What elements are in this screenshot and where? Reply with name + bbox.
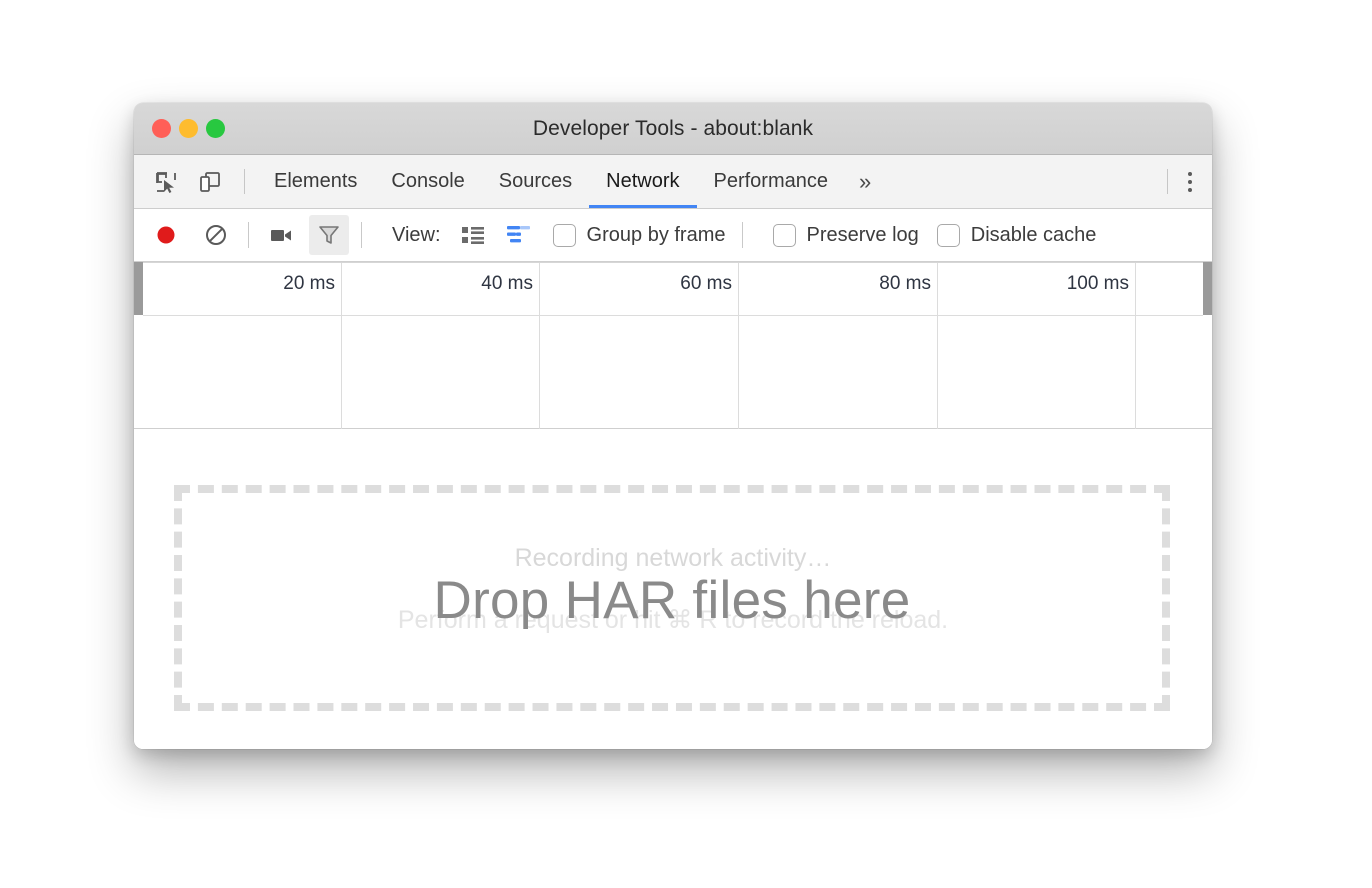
more-tabs-button[interactable]: » (845, 155, 885, 208)
request-pane[interactable]: Recording network activity… Perform a re… (134, 429, 1212, 749)
more-vertical-icon (1188, 172, 1192, 192)
tab-network[interactable]: Network (589, 155, 696, 208)
chevron-double-right-icon: » (859, 169, 871, 195)
drop-har-label: Drop HAR files here (434, 570, 911, 631)
disable-cache-label: Disable cache (971, 224, 1097, 247)
list-view-icon (460, 224, 486, 246)
tab-elements[interactable]: Elements (257, 155, 374, 208)
capture-screenshots-button[interactable] (261, 215, 301, 255)
tab-label: Elements (274, 170, 357, 193)
tab-label: Console (391, 170, 464, 193)
waterfall-view-icon (505, 223, 533, 247)
title-bar: Developer Tools - about:blank (134, 103, 1212, 155)
tab-performance[interactable]: Performance (697, 155, 846, 208)
network-toolbar: View: Group by frame (134, 209, 1212, 262)
devtools-main-menu-button[interactable] (1168, 155, 1212, 208)
timeline-header-row (143, 263, 1203, 316)
record-button[interactable] (146, 215, 186, 255)
toolbar-divider-2 (361, 222, 362, 248)
preserve-log-label: Preserve log (807, 224, 919, 247)
inspect-element-icon (154, 170, 178, 194)
tabbar-right-group (1167, 155, 1212, 208)
timeline-overview: 20 ms 40 ms 60 ms 80 ms 100 ms (134, 262, 1212, 429)
preserve-log-checkbox[interactable] (773, 224, 796, 247)
tab-sources[interactable]: Sources (482, 155, 589, 208)
timeline-grid[interactable]: 20 ms 40 ms 60 ms 80 ms 100 ms (143, 262, 1203, 428)
preserve-log-checkbox-group[interactable]: Preserve log (773, 224, 919, 247)
har-dropzone[interactable]: Drop HAR files here (174, 485, 1170, 711)
tab-bar: Elements Console Sources Network Perform… (134, 155, 1212, 209)
filter-button[interactable] (309, 215, 349, 255)
view-waterfall-button[interactable] (501, 218, 537, 252)
video-camera-icon (268, 222, 294, 248)
clear-button[interactable] (196, 215, 236, 255)
tab-list: Elements Console Sources Network Perform… (257, 155, 845, 208)
window-title: Developer Tools - about:blank (134, 103, 1212, 154)
view-label: View: (392, 224, 441, 247)
group-by-frame-label: Group by frame (587, 224, 726, 247)
device-toolbar-button[interactable] (191, 155, 229, 208)
disable-cache-checkbox-group[interactable]: Disable cache (937, 224, 1097, 247)
view-list-button[interactable] (455, 218, 491, 252)
timeline-left-resizer[interactable] (134, 262, 143, 315)
toolbar-divider-3 (742, 222, 743, 248)
devtools-window: Developer Tools - about:blank Elements C… (134, 103, 1212, 749)
funnel-icon (316, 222, 342, 248)
device-toolbar-icon (198, 170, 222, 194)
group-by-frame-checkbox[interactable] (553, 224, 576, 247)
toolbar-divider-1 (248, 222, 249, 248)
inspect-element-button[interactable] (147, 155, 185, 208)
clear-icon (203, 222, 229, 248)
record-icon (153, 222, 179, 248)
tab-label: Performance (714, 170, 829, 193)
tab-console[interactable]: Console (374, 155, 481, 208)
disable-cache-checkbox[interactable] (937, 224, 960, 247)
timeline-right-resizer[interactable] (1203, 262, 1212, 315)
tabbar-divider (244, 169, 245, 194)
group-by-frame-checkbox-group[interactable]: Group by frame (553, 224, 726, 247)
tab-label: Network (606, 170, 679, 193)
tab-label: Sources (499, 170, 572, 193)
